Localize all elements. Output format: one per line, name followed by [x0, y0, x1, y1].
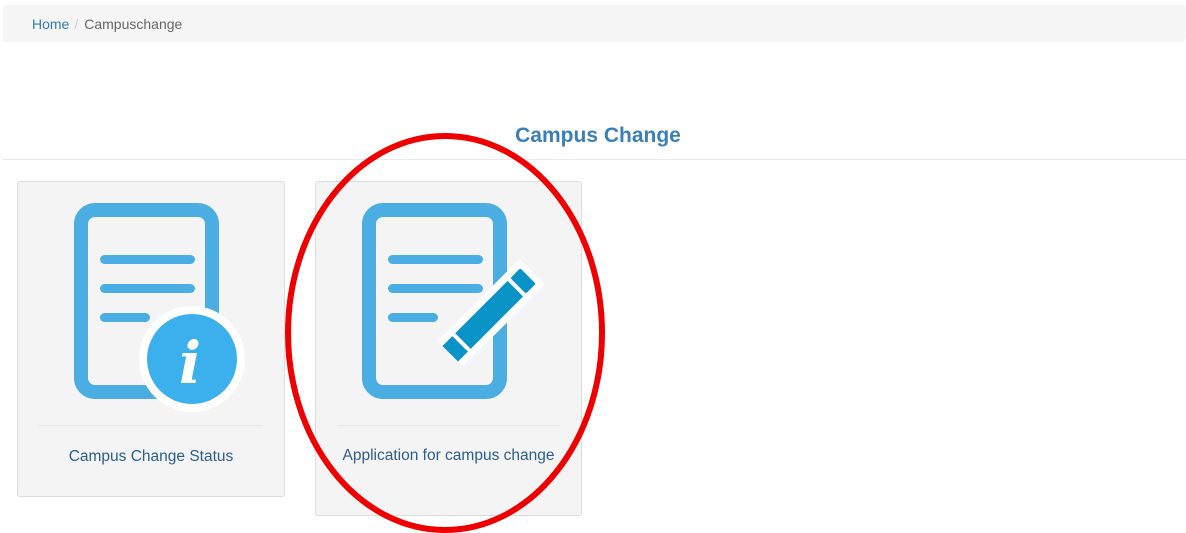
page-title: Campus Change: [515, 124, 681, 147]
breadcrumb-current: Campuschange: [84, 15, 183, 32]
campus-change-status-tile[interactable]: i Campus Change Status: [17, 181, 285, 497]
page: Home / Campuschange Campus Change i Camp…: [0, 0, 1186, 533]
application-for-campus-change-label[interactable]: Application for campus change: [326, 446, 571, 466]
breadcrumb: Home / Campuschange: [3, 5, 1186, 42]
tile-divider: [337, 425, 560, 426]
breadcrumb-home-link[interactable]: Home: [32, 16, 69, 32]
document-edit-icon: [362, 203, 545, 399]
application-for-campus-change-tile[interactable]: Application for campus change: [315, 181, 582, 516]
title-divider: [3, 159, 1186, 160]
svg-text:i: i: [179, 329, 201, 397]
campus-change-status-label[interactable]: Campus Change Status: [28, 447, 274, 467]
breadcrumb-separator: /: [74, 15, 79, 32]
tile-divider: [39, 425, 263, 426]
document-info-icon: i: [74, 203, 245, 412]
